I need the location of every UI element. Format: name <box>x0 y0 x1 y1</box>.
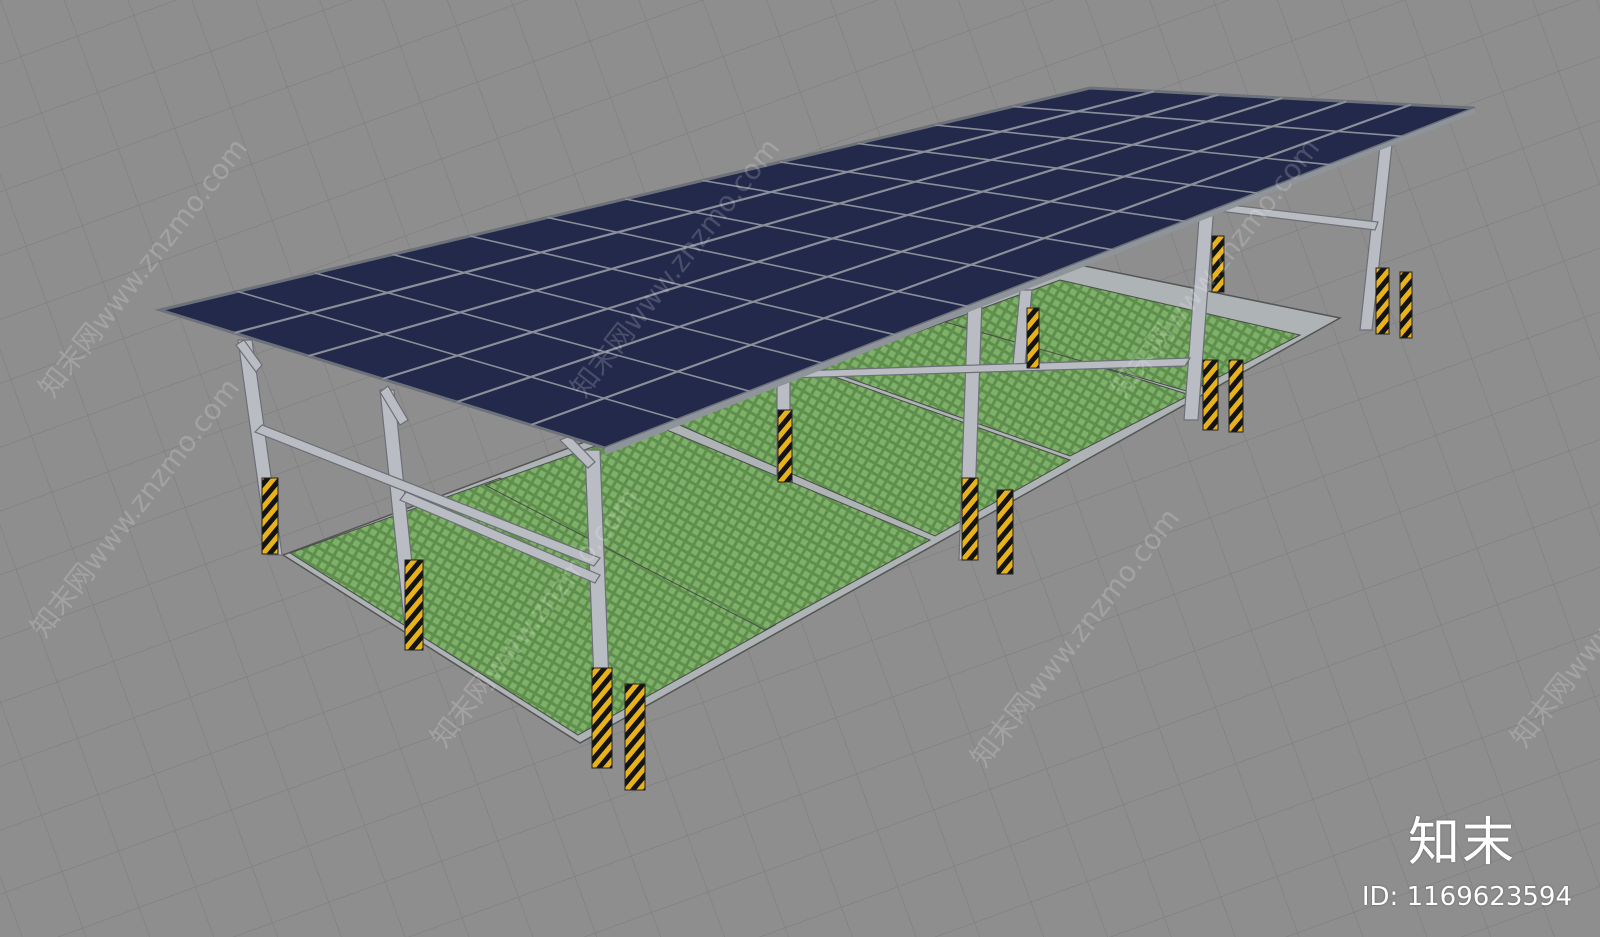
brand-logo: 知末 <box>1408 813 1517 873</box>
scene-label: solar-carport <box>0 0 7 1</box>
viewport: solar-carport 知末网www.znzmo.com 知末网www.zn… <box>0 0 1600 937</box>
asset-id-label: ID: 1169623594 <box>1361 882 1572 912</box>
3d-scene: solar-carport <box>0 0 1600 937</box>
